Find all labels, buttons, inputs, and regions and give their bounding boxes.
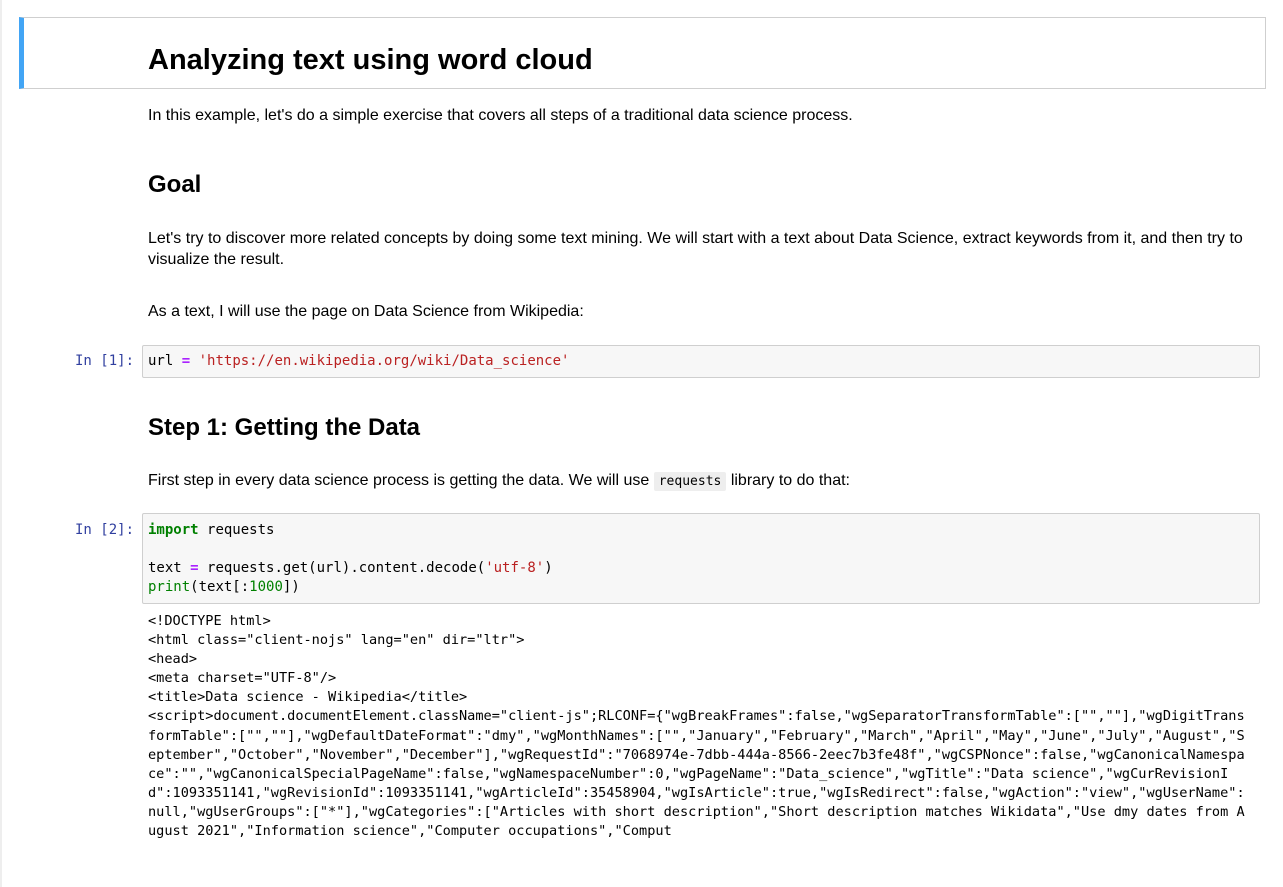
step1-text-after: library to do that: [730, 472, 850, 489]
cell-2-prompt: In [2]: [75, 522, 135, 538]
step1-heading: Step 1: Getting the Data [148, 414, 421, 441]
code-string: 'https://en.wikipedia.org/wiki/Data_scie… [198, 353, 570, 369]
notebook-left-edge [0, 0, 2, 887]
cell-1-prompt: In [1]: [75, 353, 135, 369]
intro-paragraph: In this example, let's do a simple exerc… [148, 107, 853, 124]
cell-2-output: <!DOCTYPE html> <html class="client-nojs… [148, 613, 1245, 840]
step1-text-before: First step in every data science process… [148, 472, 650, 489]
code-string-encoding: 'utf-8' [485, 560, 545, 576]
inline-code-requests: requests [653, 472, 727, 491]
code-number: 1000 [249, 579, 283, 595]
code-close-paren: ) [544, 560, 553, 576]
code-var: url [148, 353, 174, 369]
code-var-text: text [148, 560, 182, 576]
step1-paragraph: First step in every data science process… [148, 470, 1248, 492]
page-title: Analyzing text using word cloud [148, 44, 593, 76]
code-slice-close: ]) [282, 579, 300, 595]
goal-paragraph: Let's try to discover more related conce… [148, 230, 1243, 268]
code-operator: = [190, 560, 199, 576]
source-paragraph: As a text, I will use the page on Data S… [148, 303, 584, 320]
code-cell-1-source: url = 'https://en.wikipedia.org/wiki/Dat… [148, 352, 569, 371]
code-slice-open: (text[: [190, 579, 250, 595]
code-keyword-import: import [148, 522, 199, 538]
goal-heading: Goal [148, 171, 202, 198]
code-module: requests [207, 522, 275, 538]
code-call: requests.get(url).content.decode( [207, 560, 486, 576]
code-builtin-print: print [148, 579, 191, 595]
code-operator: = [181, 353, 191, 369]
code-cell-2-source: import requests text = requests.get(url)… [148, 521, 553, 597]
